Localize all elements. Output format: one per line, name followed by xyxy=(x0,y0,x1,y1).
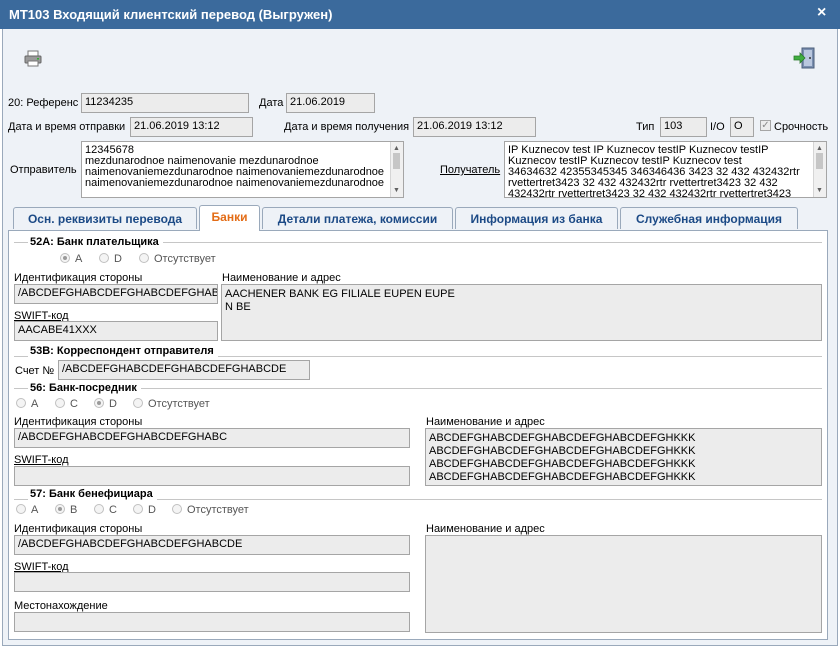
swift-code-link[interactable]: SWIFT-код xyxy=(14,454,69,466)
radio-52a-a[interactable] xyxy=(60,253,70,263)
radio-57-none[interactable] xyxy=(172,504,182,514)
radio-56-c[interactable] xyxy=(55,398,65,408)
section-52a-title: 52А: Банк плательщика xyxy=(28,236,163,248)
name-address-field[interactable]: AACHENER BANK EG FILIALE EUPEN EUPE N BE xyxy=(221,284,822,341)
swift-code-field[interactable]: AACABE41XXX xyxy=(14,321,218,341)
urgency-checkbox[interactable]: ✓ xyxy=(760,120,771,131)
close-icon[interactable]: × xyxy=(817,4,826,22)
party-id-label: Идентификация стороны xyxy=(14,416,143,428)
party-id-label: Идентификация стороны xyxy=(14,272,143,284)
type-label: Тип xyxy=(636,121,655,133)
io-label: I/O xyxy=(710,121,725,133)
radio-57-none-label: Отсутствует xyxy=(187,504,249,516)
sender-textarea[interactable]: 12345678 mezdunarodnoe naimenovanie mezd… xyxy=(81,141,404,198)
radio-57-a-label: A xyxy=(31,504,39,516)
radio-57-b-label: B xyxy=(70,504,78,516)
receiver-scrollbar[interactable]: ▲ ▼ xyxy=(813,142,826,197)
party-id-field[interactable]: /ABCDEFGHABCDEFGHABCDEFGHABCD xyxy=(14,284,218,304)
name-address-label: Наименование и адрес xyxy=(222,272,341,284)
radio-57-d[interactable] xyxy=(133,504,143,514)
radio-52a-a-label: A xyxy=(75,253,83,265)
reference-field[interactable]: 11234235 xyxy=(81,93,249,113)
swift-code-field[interactable] xyxy=(14,466,410,486)
tab-payment-details[interactable]: Детали платежа, комиссии xyxy=(262,207,453,229)
io-field[interactable]: O xyxy=(730,117,754,137)
tab-bank-info[interactable]: Информация из банка xyxy=(455,207,618,229)
receiver-link[interactable]: Получатель xyxy=(440,164,500,176)
sender-text: 12345678 mezdunarodnoe naimenovanie mezd… xyxy=(85,144,385,189)
name-address-field[interactable]: ABCDEFGHABCDEFGHABCDEFGHABCDEFGHKKK ABCD… xyxy=(425,428,822,486)
sent-datetime-label: Дата и время отправки xyxy=(8,121,126,133)
radio-56-d[interactable] xyxy=(94,398,104,408)
radio-57-d-label: D xyxy=(148,504,156,516)
tab-service-info[interactable]: Служебная информация xyxy=(620,207,798,229)
radio-56-a[interactable] xyxy=(16,398,26,408)
date-field[interactable]: 21.06.2019 xyxy=(286,93,375,113)
sent-datetime-field[interactable]: 21.06.2019 13:12 xyxy=(130,117,253,137)
radio-56-none-label: Отсутствует xyxy=(148,398,210,410)
location-field[interactable] xyxy=(14,612,410,632)
section-57-title: 57: Банк бенефициара xyxy=(28,488,157,500)
party-id-field[interactable]: /ABCDEFGHABCDEFGHABCDEFGHABCDE xyxy=(14,535,410,555)
radio-56-none[interactable] xyxy=(133,398,143,408)
account-label: Счет № xyxy=(15,365,55,377)
section-56-title: 56: Банк-посредник xyxy=(28,382,141,394)
party-id-label: Идентификация стороны xyxy=(14,523,143,535)
printer-icon[interactable] xyxy=(24,50,42,67)
radio-52a-d[interactable] xyxy=(99,253,109,263)
radio-56-c-label: C xyxy=(70,398,78,410)
account-field[interactable]: /ABCDEFGHABCDEFGHABCDEFGHABCDE xyxy=(58,360,310,380)
name-address-label: Наименование и адрес xyxy=(426,523,545,535)
receiver-text: IP Kuznecov test IP Kuznecov testIP Kuzn… xyxy=(508,144,800,198)
radio-57-c[interactable] xyxy=(94,504,104,514)
received-datetime-field[interactable]: 21.06.2019 13:12 xyxy=(413,117,536,137)
urgency-label: Срочность xyxy=(774,121,829,133)
date-label: Дата xyxy=(259,97,284,109)
sender-scrollbar[interactable]: ▲ ▼ xyxy=(390,142,403,197)
radio-56-a-label: A xyxy=(31,398,39,410)
section-53b-title: 53В: Корреспондент отправителя xyxy=(28,345,218,357)
radio-57-a[interactable] xyxy=(16,504,26,514)
radio-57-c-label: C xyxy=(109,504,117,516)
radio-52a-d-label: D xyxy=(114,253,122,265)
radio-56-d-label: D xyxy=(109,398,117,410)
reference-label: 20: Референс xyxy=(8,97,79,109)
tab-banks[interactable]: Банки xyxy=(199,205,260,231)
window-title: MT103 Входящий клиентский перевод (Выгру… xyxy=(9,7,333,22)
radio-52a-none-label: Отсутствует xyxy=(154,253,216,265)
type-field[interactable]: 103 xyxy=(660,117,707,137)
swift-code-field[interactable] xyxy=(14,572,410,592)
exit-door-icon[interactable] xyxy=(793,47,817,69)
name-address-label: Наименование и адрес xyxy=(426,416,545,428)
radio-52a-none[interactable] xyxy=(139,253,149,263)
tab-main-details[interactable]: Осн. реквизиты перевода xyxy=(13,207,197,229)
party-id-field[interactable]: /ABCDEFGHABCDEFGHABCDEFGHABC xyxy=(14,428,410,448)
title-bar: MT103 Входящий клиентский перевод (Выгру… xyxy=(0,0,840,29)
radio-57-b[interactable] xyxy=(55,504,65,514)
received-datetime-label: Дата и время получения xyxy=(284,121,410,133)
sender-label: Отправитель xyxy=(10,164,77,176)
receiver-textarea[interactable]: IP Kuznecov test IP Kuznecov testIP Kuzn… xyxy=(504,141,827,198)
name-address-field[interactable] xyxy=(425,535,822,633)
location-label: Местонахождение xyxy=(14,600,108,612)
